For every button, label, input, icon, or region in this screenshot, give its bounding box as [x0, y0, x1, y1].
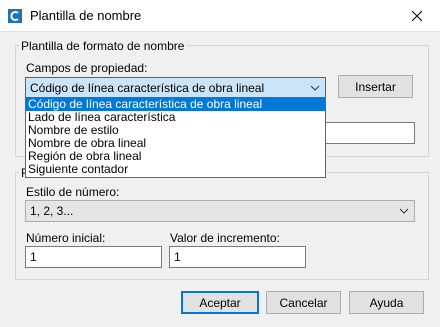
autocad-c-icon [8, 9, 22, 23]
cancel-button[interactable]: Cancelar [266, 291, 341, 314]
ok-button-label: Aceptar [199, 295, 241, 310]
property-fields-select[interactable]: Código de línea característica de obra l… [25, 77, 326, 99]
chevron-down-icon [310, 85, 320, 91]
cancel-button-label: Cancelar [279, 295, 328, 310]
increment-input[interactable]: 1 [169, 246, 306, 268]
number-style-select[interactable]: 1, 2, 3... [25, 200, 415, 222]
start-number-input[interactable]: 1 [25, 246, 162, 268]
start-number-value: 1 [30, 250, 37, 264]
dropdown-option[interactable]: Siguiente contador [26, 163, 325, 176]
insert-button-label: Insertar [355, 79, 396, 94]
insert-button[interactable]: Insertar [338, 75, 413, 98]
help-button-label: Ayuda [369, 295, 404, 310]
window-title: Plantilla de nombre [30, 8, 142, 23]
property-fields-value: Código de línea característica de obra l… [30, 81, 265, 95]
format-group-label: Plantilla de formato de nombre [19, 39, 187, 53]
ok-button[interactable]: Aceptar [181, 291, 259, 314]
help-button[interactable]: Ayuda [349, 291, 424, 314]
number-style-label: Estilo de número: [26, 185, 120, 199]
property-fields-dropdown: Código de línea característica de obra l… [25, 97, 326, 178]
start-number-label: Número inicial: [26, 231, 106, 245]
close-button[interactable] [394, 0, 440, 32]
close-icon [412, 11, 422, 21]
title-bar: Plantilla de nombre [0, 0, 440, 32]
number-style-value: 1, 2, 3... [30, 204, 74, 218]
increment-value: 1 [174, 250, 181, 264]
chevron-down-icon [399, 208, 409, 214]
increment-label: Valor de incremento: [170, 231, 280, 245]
property-fields-label: Campos de propiedad: [26, 61, 148, 75]
